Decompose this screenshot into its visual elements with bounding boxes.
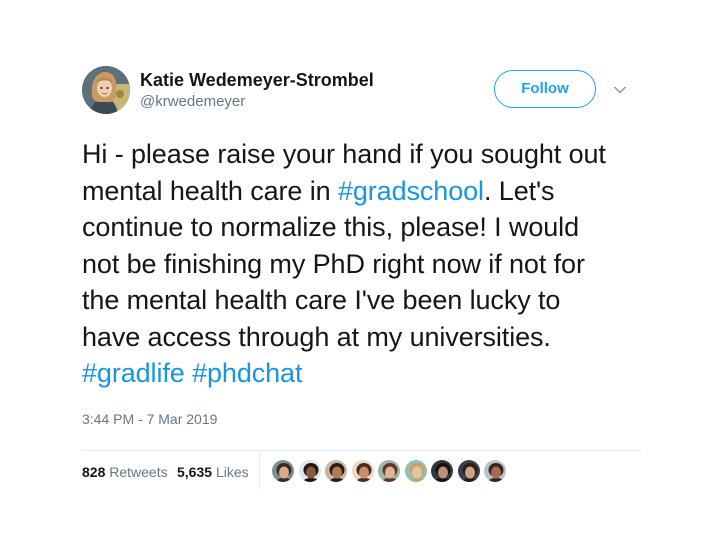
liker-avatar[interactable] (456, 458, 481, 483)
likes-count: 5,635 (177, 463, 213, 480)
liker-avatar[interactable] (324, 458, 348, 483)
avatar-face-icon (272, 459, 294, 482)
retweets-stat[interactable]: 828 Retweets (82, 463, 168, 481)
hashtag-link[interactable]: #gradschool (338, 176, 484, 206)
tweet-text-line: not be finishing my PhD right now if not… (82, 246, 642, 283)
liker-avatar[interactable] (350, 458, 375, 483)
tweet-text-segment (185, 358, 192, 388)
retweets-label: Retweets (109, 463, 168, 480)
avatar-portrait-icon (82, 66, 130, 114)
tweet-text-segment: Hi - please raise your hand if you sough… (82, 139, 606, 169)
avatar-face-icon (431, 459, 453, 482)
follow-button[interactable]: Follow (494, 70, 596, 108)
stats-separator (259, 450, 260, 489)
liker-avatar[interactable] (271, 458, 295, 483)
avatar-face-icon (351, 459, 374, 482)
tweet-text-line: mental health care in #gradschool. Let's (82, 173, 642, 210)
tweet-card: Katie Wedemeyer-Strombel @krwedemeyer Fo… (82, 64, 642, 489)
avatar-face-icon (325, 459, 347, 482)
tweet-text-segment: not be finishing my PhD right now if not… (82, 248, 585, 279)
liker-avatar[interactable] (403, 458, 428, 483)
author-display-name[interactable]: Katie Wedemeyer-Strombel (140, 70, 374, 90)
tweet-text-segment: mental health care in (82, 175, 338, 206)
likes-stat[interactable]: 5,635 Likes (177, 463, 249, 481)
chevron-down-icon[interactable] (612, 82, 628, 98)
hashtag-link[interactable]: #gradlife (82, 358, 185, 388)
retweets-count: 828 (82, 463, 106, 480)
tweet-stats: 828 Retweets 5,635 Likes (82, 450, 642, 489)
author-handle[interactable]: @krwedemeyer (140, 92, 374, 112)
hashtag-link[interactable]: #phdchat (192, 358, 302, 388)
tweet-text: Hi - please raise your hand if you sough… (82, 136, 642, 392)
liker-avatar[interactable] (430, 458, 454, 483)
liker-avatar[interactable] (377, 458, 401, 483)
avatar-face-icon (378, 459, 400, 482)
likes-label: Likes (215, 463, 249, 480)
tweet-text-line: have access through at my universities. (82, 319, 642, 356)
tweet-text-segment: the mental health care I've been lucky t… (82, 285, 561, 315)
liker-avatar[interactable] (483, 458, 507, 483)
tweet-text-segment: have access through at my universities. (82, 321, 551, 352)
avatar-face-icon (484, 459, 506, 482)
tweet-text-segment: continue to normalize this, please! I wo… (82, 212, 579, 242)
tweet-text-segment: . Let's (483, 175, 555, 206)
tweet-header: Katie Wedemeyer-Strombel @krwedemeyer Fo… (82, 64, 642, 116)
tweet-timestamp[interactable]: 3:44 PM - 7 Mar 2019 (82, 410, 642, 428)
tweet-text-line: continue to normalize this, please! I wo… (82, 209, 642, 246)
tweet-text-line: the mental health care I've been lucky t… (82, 282, 642, 319)
tweet-text-line: Hi - please raise your hand if you sough… (82, 136, 642, 173)
avatar-face-icon (404, 459, 427, 482)
avatar-face-icon (298, 459, 321, 482)
tweet-text-line: #gradlife #phdchat (82, 355, 642, 392)
author-avatar[interactable] (82, 66, 130, 114)
liker-avatar[interactable] (297, 458, 322, 483)
author-names: Katie Wedemeyer-Strombel @krwedemeyer (140, 70, 374, 112)
avatar-face-icon (457, 459, 480, 482)
